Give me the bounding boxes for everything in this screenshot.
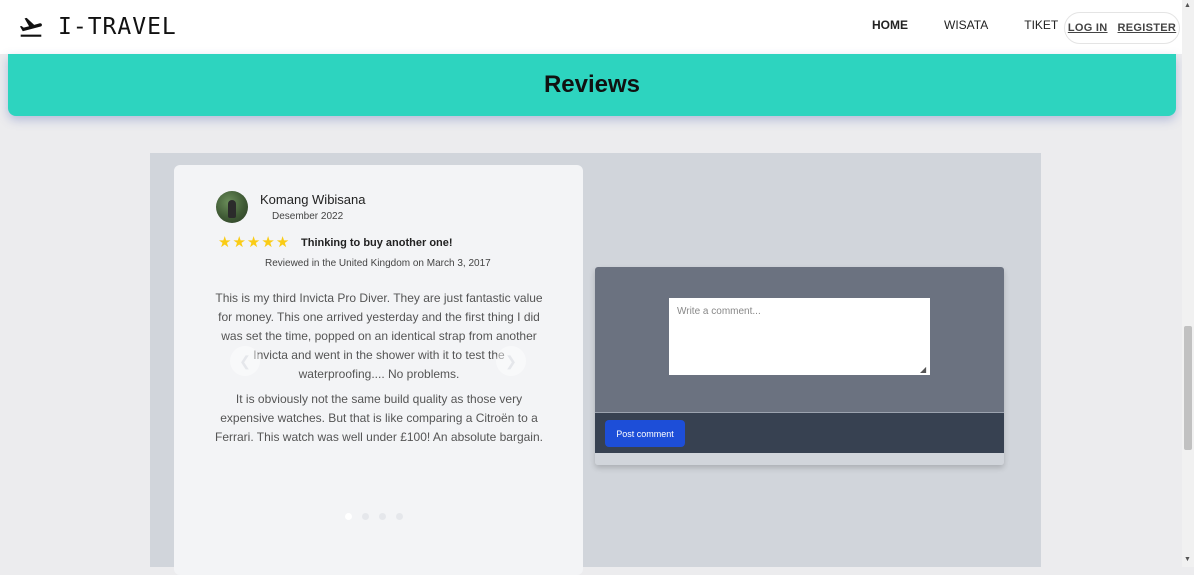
review-meta: Reviewed in the United Kingdom on March … [265, 258, 491, 269]
star-icon: ★ [218, 234, 232, 251]
review-body: This is my third Invicta Pro Diver. They… [214, 289, 544, 453]
carousel-prev-button[interactable]: ❮ [230, 346, 260, 376]
star-rating: ★ ★ ★ ★ ★ [218, 235, 289, 251]
comment-form: ◢ Post comment [595, 267, 1004, 465]
comment-textarea[interactable] [669, 298, 930, 375]
page-title: Reviews [543, 71, 641, 98]
chevron-right-icon: ❯ [505, 352, 517, 369]
carousel-dot[interactable] [362, 513, 369, 520]
star-icon: ★ [246, 234, 261, 251]
star-icon: ★ [261, 234, 275, 251]
carousel-dot[interactable] [379, 513, 386, 520]
post-comment-button[interactable]: Post comment [605, 420, 685, 447]
avatar [216, 191, 248, 223]
carousel-next-button[interactable]: ❯ [496, 346, 526, 376]
scroll-down-icon[interactable]: ▼ [1184, 556, 1191, 563]
review-paragraph: This is my third Invicta Pro Diver. They… [215, 291, 543, 381]
scrollbar-thumb[interactable] [1184, 326, 1192, 450]
nav-home[interactable]: HOME [872, 18, 908, 32]
carousel-dot[interactable] [345, 513, 352, 520]
chevron-left-icon: ❮ [239, 352, 251, 369]
login-link[interactable]: LOG IN [1068, 22, 1108, 34]
nav-wisata[interactable]: WISATA [944, 18, 988, 32]
review-card: Komang Wibisana Desember 2022 ★ ★ ★ ★ ★ … [174, 165, 583, 575]
review-date: Desember 2022 [272, 211, 344, 222]
review-paragraph: It is obviously not the same build quali… [215, 392, 543, 444]
star-icon: ★ [275, 234, 290, 251]
star-icon: ★ [232, 234, 246, 251]
nav-links: HOME WISATA TIKET [872, 18, 1094, 32]
nav-tiket[interactable]: TIKET [1024, 18, 1058, 32]
comment-actions: Post comment [595, 412, 1004, 454]
scrollbar[interactable]: ▲ ▼ [1182, 0, 1194, 567]
reviews-section: Komang Wibisana Desember 2022 ★ ★ ★ ★ ★ … [150, 153, 1041, 575]
comment-input-area: ◢ [595, 267, 1004, 412]
carousel-indicators [345, 513, 403, 520]
airplane-departure-icon [19, 17, 42, 37]
brand-name: I-TRAVEL [58, 14, 177, 40]
register-link[interactable]: REGISTER [1118, 22, 1177, 34]
scroll-up-icon[interactable]: ▲ [1184, 2, 1191, 9]
carousel-dot[interactable] [396, 513, 403, 520]
reviews-banner: Reviews [8, 54, 1176, 116]
brand[interactable]: I-TRAVEL [18, 14, 177, 40]
reviewer-name: Komang Wibisana [260, 192, 366, 207]
review-title: Thinking to buy another one! [301, 237, 453, 249]
resize-handle-icon[interactable]: ◢ [920, 366, 926, 374]
navbar: I-TRAVEL HOME WISATA TIKET LOG IN REGIST… [0, 0, 1182, 54]
auth-links: LOG IN REGISTER [1064, 12, 1180, 44]
